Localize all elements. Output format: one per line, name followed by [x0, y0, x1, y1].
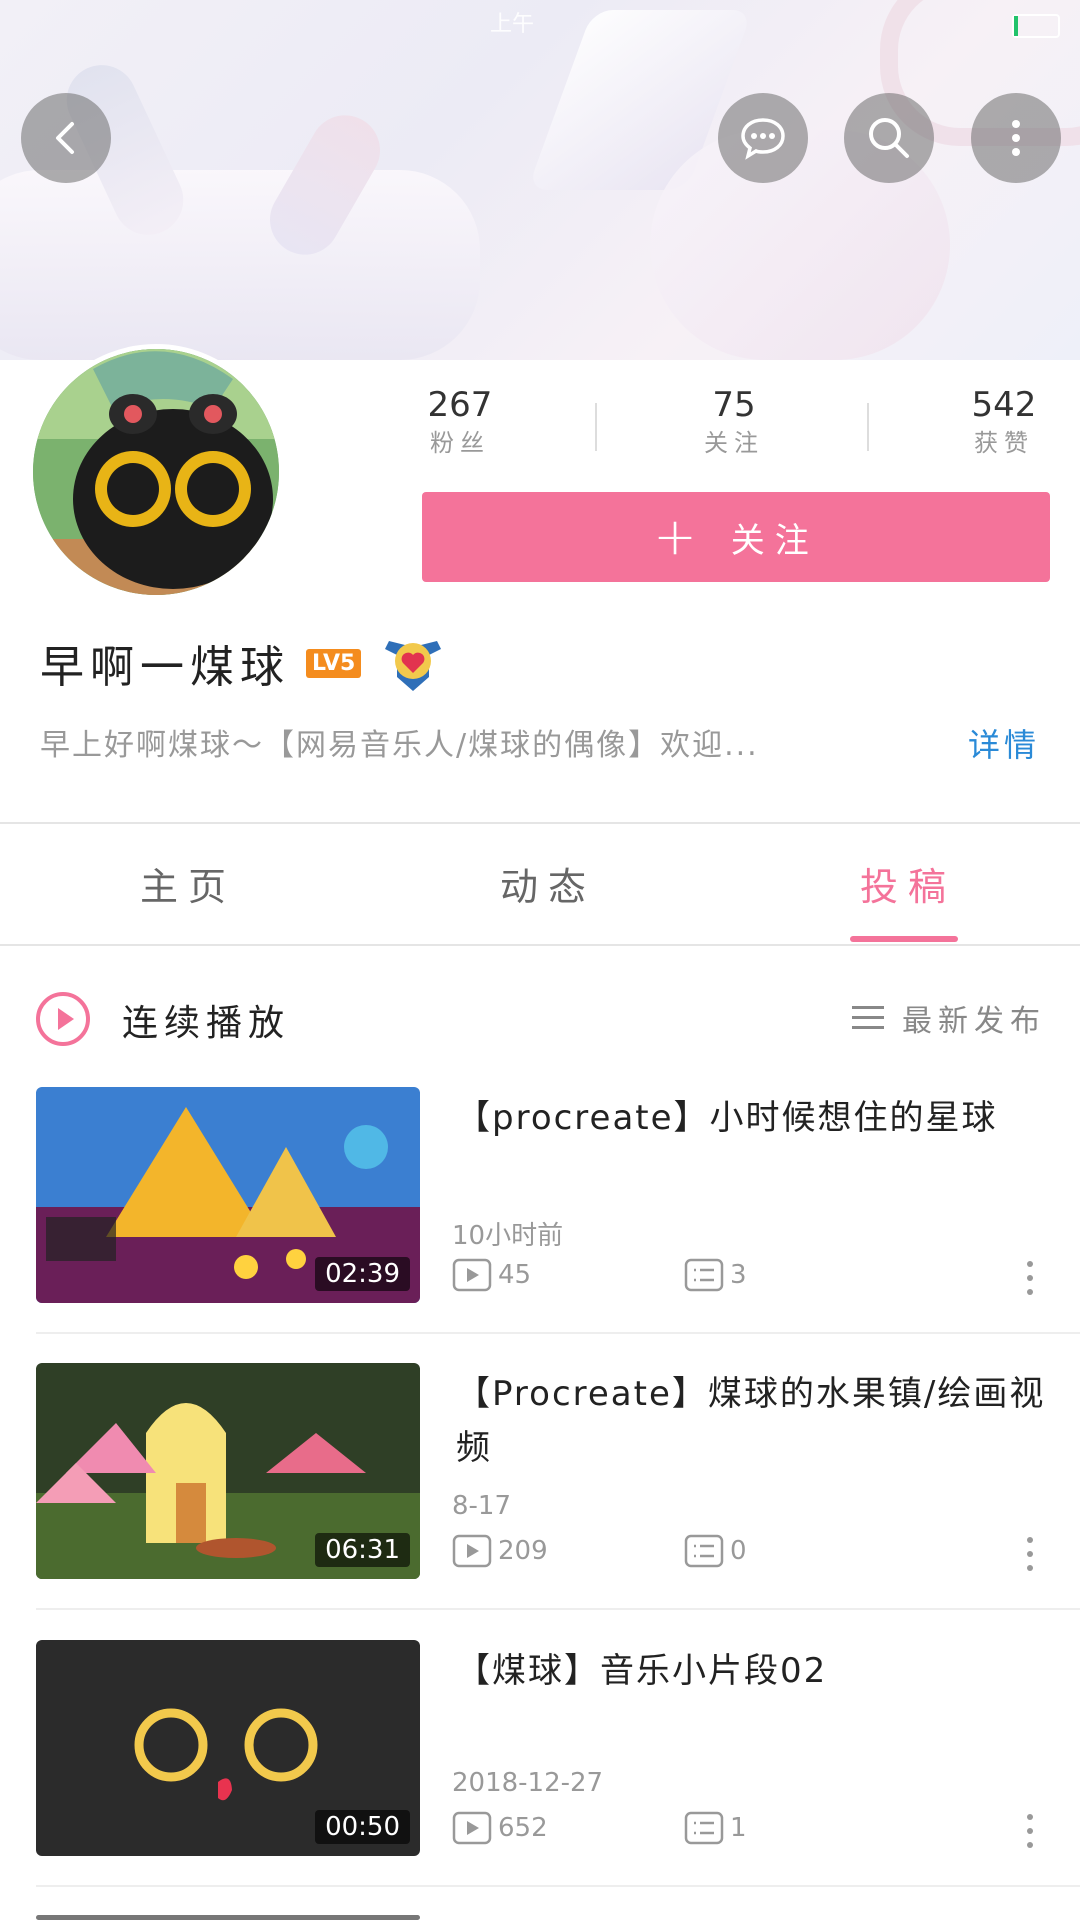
play-count-value: 652	[498, 1813, 548, 1843]
video-title[interactable]: 【Procreate】煤球的水果镇/绘画视频	[456, 1367, 1046, 1475]
video-meta: 209 0	[452, 1533, 1046, 1577]
following-stat[interactable]: 75 关注	[644, 385, 824, 461]
medal-icon[interactable]	[377, 627, 449, 699]
video-thumbnail-partial[interactable]	[36, 1915, 420, 1920]
danmaku-value: 0	[730, 1536, 747, 1566]
video-item[interactable]: 02:39 【procreate】小时候想住的星球 10小时前 45 3	[36, 1087, 1046, 1347]
play-count: 45	[452, 1257, 531, 1293]
fans-label: 粉丝	[430, 429, 490, 457]
more-vertical-icon	[1012, 120, 1020, 156]
avatar-image	[33, 349, 279, 595]
following-count: 75	[712, 385, 756, 425]
divider	[0, 944, 1080, 946]
play-count-icon	[452, 1811, 492, 1845]
level-badge: LV5	[306, 648, 362, 678]
tab-indicator	[850, 936, 958, 942]
video-title[interactable]: 【procreate】小时候想住的星球	[456, 1091, 1046, 1145]
tab-home[interactable]: 主页	[140, 856, 236, 911]
back-icon	[56, 122, 74, 154]
username: 早啊一煤球	[40, 642, 290, 693]
more-options-icon[interactable]	[1024, 1537, 1034, 1573]
danmaku-icon	[684, 1258, 724, 1292]
video-item[interactable]: 06:31 【Procreate】煤球的水果镇/绘画视频 8-17 209 0	[36, 1363, 1046, 1623]
video-meta: 652 1	[452, 1810, 1046, 1854]
divider	[36, 1608, 1080, 1610]
video-time: 8-17	[452, 1491, 512, 1521]
video-thumbnail[interactable]: 06:31	[36, 1363, 420, 1579]
avatar[interactable]	[28, 344, 284, 600]
divider	[0, 822, 1080, 824]
video-item[interactable]: 00:50 【煤球】音乐小片段02 2018-12-27 652 1	[36, 1640, 1046, 1900]
danmaku-count: 0	[684, 1533, 747, 1569]
bio-text: 早上好啊煤球～【网易音乐人/煤球的偶像】欢迎...	[40, 728, 759, 763]
sort-icon	[852, 1006, 884, 1030]
search-icon	[869, 118, 909, 158]
profile-banner	[0, 0, 1080, 360]
search-button[interactable]	[844, 93, 934, 183]
likes-label: 获赞	[974, 429, 1034, 457]
video-duration: 00:50	[315, 1810, 410, 1844]
likes-stat: 542 获赞	[914, 385, 1080, 461]
danmaku-value: 1	[730, 1813, 747, 1843]
tab-bar: 主页 动态 投稿	[0, 826, 1080, 944]
back-button[interactable]	[21, 93, 111, 183]
detail-link[interactable]: 详情	[968, 720, 1040, 766]
likes-count: 542	[971, 385, 1037, 425]
fans-count: 267	[427, 385, 493, 425]
fans-stat[interactable]: 267 粉丝	[370, 385, 550, 461]
danmaku-count: 1	[684, 1810, 747, 1846]
follow-label: 关注	[730, 520, 819, 561]
stats-bar: 267 粉丝 75 关注 542 获赞	[420, 385, 1040, 465]
continuous-play-label[interactable]: 连续播放	[122, 994, 290, 1046]
more-options-icon[interactable]	[1024, 1814, 1034, 1850]
video-thumbnail[interactable]: 02:39	[36, 1087, 420, 1303]
tab-submissions[interactable]: 投稿	[860, 856, 956, 911]
danmaku-value: 3	[730, 1260, 747, 1290]
video-time: 10小时前	[452, 1221, 564, 1251]
danmaku-icon	[684, 1811, 724, 1845]
video-duration: 02:39	[315, 1257, 410, 1291]
video-title[interactable]: 【煤球】音乐小片段02	[456, 1644, 1046, 1698]
play-count-icon	[452, 1534, 492, 1568]
video-duration: 06:31	[315, 1533, 410, 1567]
more-button[interactable]	[971, 93, 1061, 183]
follow-button[interactable]: + 关注	[422, 492, 1050, 582]
danmaku-count: 3	[684, 1257, 747, 1293]
name-row: 早啊一煤球 LV5	[40, 628, 449, 698]
sort-label: 最新发布	[902, 1004, 1046, 1039]
message-icon	[741, 118, 785, 160]
video-time: 2018-12-27	[452, 1768, 604, 1798]
tab-dynamics[interactable]: 动态	[500, 856, 596, 911]
battery-icon	[1012, 14, 1060, 38]
status-bar: 上午	[0, 0, 1080, 38]
video-meta: 45 3	[452, 1257, 1046, 1301]
play-all-icon[interactable]	[36, 992, 90, 1046]
following-label: 关注	[704, 429, 764, 457]
danmaku-icon	[684, 1534, 724, 1568]
divider	[36, 1885, 1080, 1887]
bio-row: 早上好啊煤球～【网易音乐人/煤球的偶像】欢迎... 详情	[40, 720, 1040, 770]
play-count-value: 209	[498, 1536, 548, 1566]
play-count: 209	[452, 1533, 548, 1569]
divider	[36, 1332, 1080, 1334]
plus-icon: +	[653, 507, 707, 567]
play-count-icon	[452, 1258, 492, 1292]
video-thumbnail[interactable]: 00:50	[36, 1640, 420, 1856]
more-options-icon[interactable]	[1024, 1261, 1034, 1297]
play-count: 652	[452, 1810, 548, 1846]
sort-button[interactable]: 最新发布	[852, 996, 1046, 1040]
list-toolbar: 连续播放 最新发布	[0, 980, 1080, 1050]
message-button[interactable]	[718, 93, 808, 183]
status-time: 上午	[490, 12, 535, 37]
play-count-value: 45	[498, 1260, 532, 1290]
